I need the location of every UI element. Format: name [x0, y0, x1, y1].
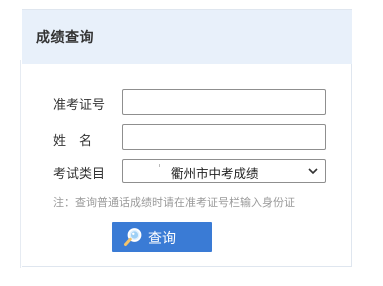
panel-title: 成绩查询: [36, 30, 94, 46]
chevron-down-icon: [308, 168, 318, 175]
name-input[interactable]: [122, 124, 326, 150]
category-label: 考试类目: [53, 167, 106, 182]
query-button-label: 查询: [148, 231, 176, 247]
exam-id-input[interactable]: [122, 89, 326, 115]
score-query-panel: 成绩查询 准考证号 姓 名 考试类目 衢州市中考成绩 注：查询普通话成绩时请在准…: [22, 9, 352, 267]
search-icon: [124, 228, 142, 246]
select-indent-mark: [159, 164, 160, 167]
category-select[interactable]: 衢州市中考成绩: [122, 159, 326, 183]
exam-id-label: 准考证号: [53, 98, 106, 113]
query-note: 注：查询普通话成绩时请在准考证号栏输入身份证: [53, 196, 295, 209]
query-button[interactable]: 查询: [112, 222, 212, 252]
panel-header: 成绩查询: [22, 10, 352, 64]
panel-left-border: [20, 60, 21, 268]
name-label: 姓 名: [53, 134, 93, 149]
category-selected-value: 衢州市中考成绩: [171, 166, 259, 181]
